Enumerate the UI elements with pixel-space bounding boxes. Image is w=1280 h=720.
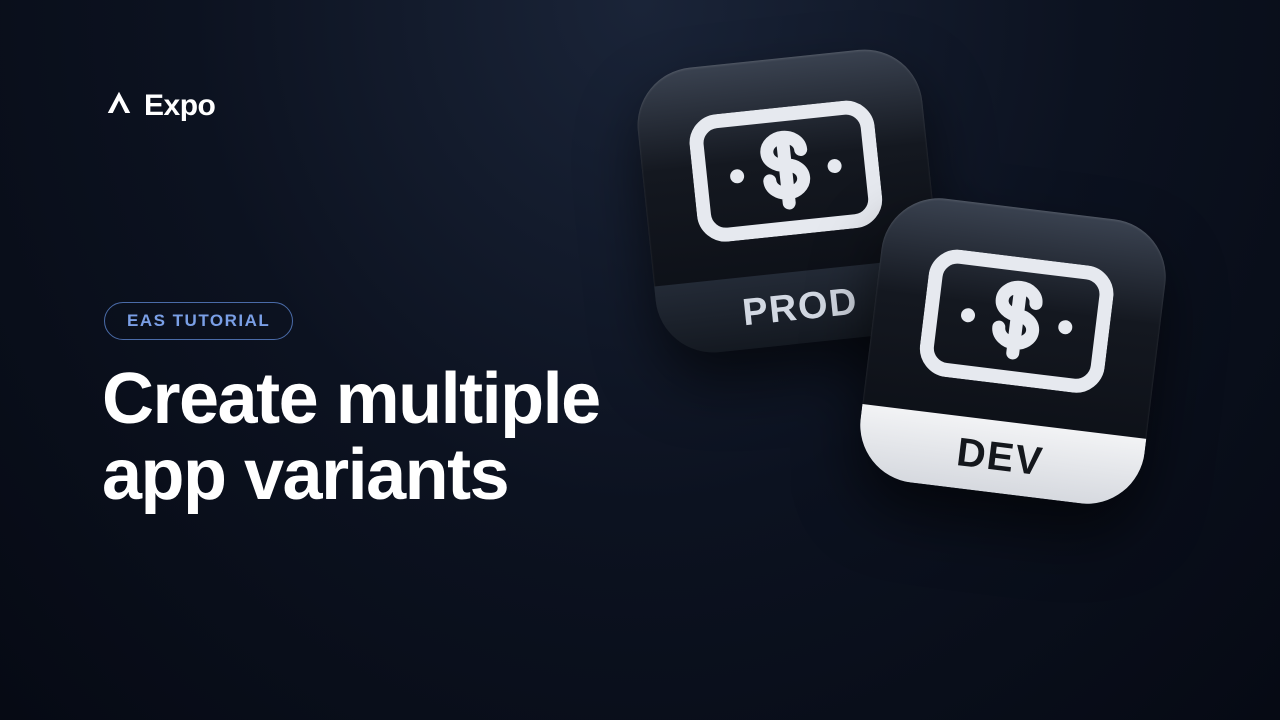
expo-chevron-icon <box>104 88 134 123</box>
app-icon-dev: DEV <box>854 192 1173 511</box>
brand-name: Expo <box>144 89 215 123</box>
app-icons-cluster: PROD DEV <box>646 58 1166 538</box>
page-title: Create multiple app variants <box>102 362 600 513</box>
dollar-bill-icon <box>862 192 1172 439</box>
headline-line-2: app variants <box>102 438 600 514</box>
category-badge: EAS TUTORIAL <box>104 302 293 340</box>
headline-line-1: Create multiple <box>102 362 600 438</box>
badge-label: EAS TUTORIAL <box>127 311 270 330</box>
brand-logo: Expo <box>104 88 215 123</box>
